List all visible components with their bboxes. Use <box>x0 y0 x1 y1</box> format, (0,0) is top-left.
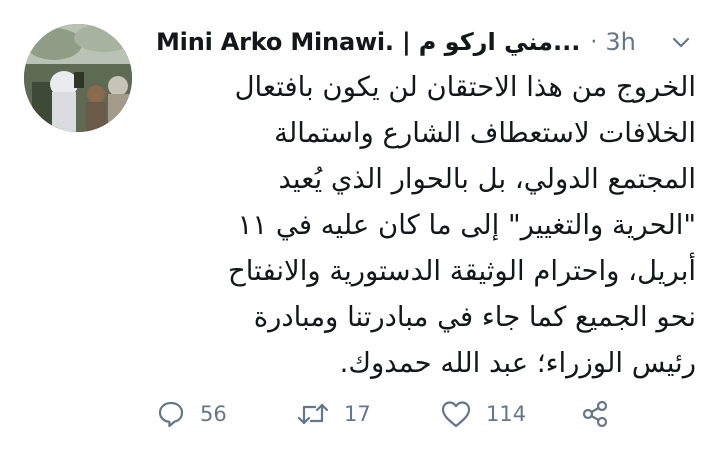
reply-button[interactable]: 56 <box>156 394 227 434</box>
like-button[interactable]: 114 <box>440 394 526 434</box>
tweet-text-line: نحو الجميع كما جاء في مبادرتنا ومبادرة <box>253 301 696 333</box>
retweet-count: 17 <box>344 402 371 426</box>
share-icon <box>582 400 608 428</box>
tweet-text: الخروج من هذا الاحتقان لن يكون بافتعال ا… <box>160 64 696 386</box>
avatar[interactable] <box>24 24 132 132</box>
tweet-text-line: الخروج من هذا الاحتقان لن يكون بافتعال <box>234 71 696 103</box>
header-separator: · <box>590 29 598 55</box>
like-count: 114 <box>486 402 527 426</box>
tweet-text-line: "الحرية والتغيير" إلى ما كان عليه في ١١ <box>237 209 696 241</box>
reply-icon <box>158 401 184 428</box>
tweet-text-line: رئيس الوزراء؛ عبد الله حمدوك. <box>339 347 696 379</box>
tweet-text-line: المجتمع الدولي، بل بالحوار الذي يُعيد <box>278 163 696 195</box>
heart-icon <box>441 401 471 428</box>
retweet-icon <box>297 403 329 425</box>
retweet-button[interactable]: 17 <box>296 394 371 434</box>
tweet-actions: 56 17 114 <box>156 394 696 434</box>
reply-count: 56 <box>200 402 227 426</box>
chevron-down-icon[interactable] <box>666 28 696 58</box>
tweet-text-line: أبريل، واحترام الوثيقة الدستورية والانفت… <box>228 255 696 287</box>
share-button[interactable] <box>580 394 610 434</box>
profile-photo-icon <box>24 24 132 132</box>
tweet-text-line: الخلافات لاستعطاف الشارع واستمالة <box>274 117 696 149</box>
tweet-card[interactable]: Mini Arko Minawi. | مني اركو م... · 3h ا… <box>0 0 720 454</box>
timestamp[interactable]: 3h <box>605 28 635 56</box>
tweet-header: Mini Arko Minawi. | مني اركو م... · 3h <box>156 22 696 62</box>
display-name[interactable]: Mini Arko Minawi. | مني اركو م... <box>156 28 581 56</box>
